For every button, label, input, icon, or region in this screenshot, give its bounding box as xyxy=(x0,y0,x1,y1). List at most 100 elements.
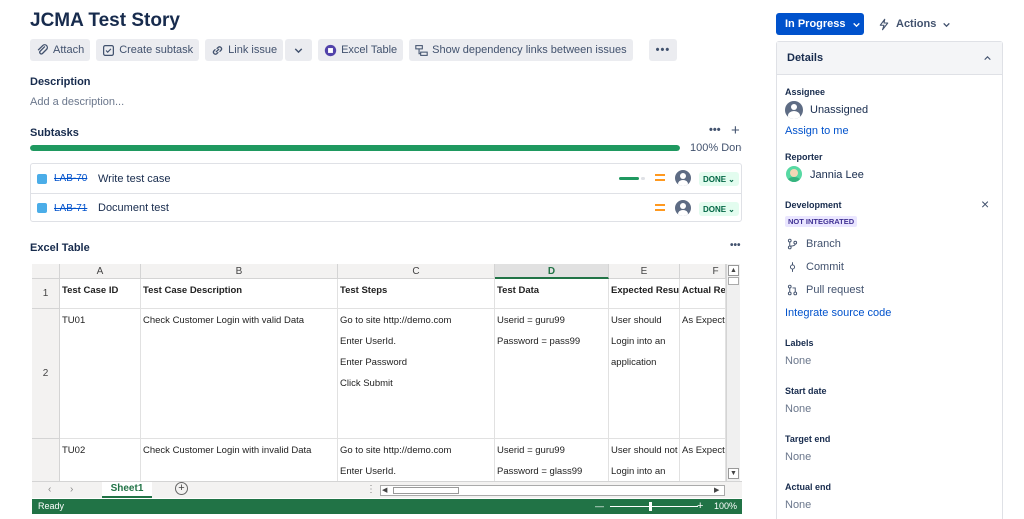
table-cell[interactable]: User should not Login into an xyxy=(609,439,680,481)
scroll-left-icon[interactable]: ◀ xyxy=(382,486,391,495)
table-cell[interactable]: Test Case Description xyxy=(141,279,338,309)
subtasks-heading: Subtasks xyxy=(30,127,79,139)
commit-item[interactable]: Commit xyxy=(787,261,844,273)
chevron-up-icon[interactable] xyxy=(983,54,992,63)
labels-value[interactable]: None xyxy=(785,355,811,367)
cell-line: Password = glass99 xyxy=(497,466,583,477)
scroll-down-icon[interactable]: ▼ xyxy=(728,468,739,479)
excel-table-button[interactable]: Excel Table xyxy=(318,39,404,61)
subtask-key[interactable]: LAB-70 xyxy=(54,173,90,184)
cell-line: Enter UserId. xyxy=(340,336,396,347)
table-cell[interactable]: TU02 xyxy=(60,439,141,481)
table-cell[interactable]: As Expecte xyxy=(680,439,726,481)
link-icon xyxy=(212,45,223,55)
table-cell[interactable]: Test Steps xyxy=(338,279,495,309)
cell-line: Login into an xyxy=(611,466,666,477)
start-date-label: Start date xyxy=(785,386,827,396)
excel-horizontal-scrollbar[interactable]: ◀ ▶ xyxy=(380,485,725,496)
attach-button[interactable]: Attach xyxy=(30,39,91,61)
sheet-tab-bar: ‹ › Sheet1 + ⋮ ◀ ▶ xyxy=(32,481,742,498)
scroll-thumb[interactable] xyxy=(393,487,459,494)
dependency-links-button[interactable]: Show dependency links between issues xyxy=(409,39,633,61)
zoom-out-icon[interactable]: — xyxy=(595,499,604,514)
assign-to-me-link[interactable]: Assign to me xyxy=(785,125,849,137)
select-all-corner[interactable] xyxy=(32,264,60,279)
actions-button[interactable]: Actions xyxy=(878,13,951,35)
description-input[interactable]: Add a description... xyxy=(30,96,124,108)
zoom-level[interactable]: 100% xyxy=(714,499,737,514)
assignee-value[interactable]: Unassigned xyxy=(810,104,868,116)
subtask-row[interactable]: LAB-71 Document test DONE ⌄ xyxy=(31,193,741,222)
actual-end-value[interactable]: None xyxy=(785,499,811,511)
table-cell[interactable]: User should Login into an application xyxy=(609,309,680,439)
assignee-avatar-icon[interactable] xyxy=(675,200,691,216)
status-dropdown[interactable]: DONE ⌄ xyxy=(699,202,739,216)
status-dropdown[interactable]: DONE ⌄ xyxy=(699,172,739,186)
column-header[interactable]: F xyxy=(680,264,726,279)
table-cell[interactable]: Check Customer Login with valid Data xyxy=(141,309,338,439)
table-cell[interactable]: Userid = guru99 Password = pass99 xyxy=(495,309,609,439)
table-cell[interactable]: Userid = guru99 Password = glass99 xyxy=(495,439,609,481)
close-icon[interactable]: × xyxy=(981,196,989,212)
integrate-source-code-link[interactable]: Integrate source code xyxy=(785,307,891,319)
commit-icon xyxy=(789,262,796,272)
table-cell[interactable]: Expected Resu xyxy=(609,279,680,309)
excel-more-icon[interactable]: ••• xyxy=(730,240,741,251)
excel-vertical-scrollbar[interactable]: ▲ ▼ xyxy=(726,264,740,481)
target-end-value[interactable]: None xyxy=(785,451,811,463)
zoom-slider[interactable] xyxy=(610,506,698,507)
reporter-value[interactable]: Jannia Lee xyxy=(810,169,864,181)
subtasks-more-icon[interactable]: ••• xyxy=(709,124,721,136)
subtask-row[interactable]: LAB-70 Write test case DONE ⌄ xyxy=(31,164,741,193)
column-header[interactable]: E xyxy=(609,264,680,279)
zoom-slider-thumb[interactable] xyxy=(649,502,652,511)
next-sheet-icon[interactable]: › xyxy=(70,484,73,495)
create-subtask-button[interactable]: Create subtask xyxy=(96,39,200,61)
column-header-selected[interactable]: D xyxy=(495,264,609,279)
table-cell[interactable]: Actual Re xyxy=(680,279,726,309)
pull-request-item[interactable]: Pull request xyxy=(787,284,864,296)
column-header[interactable]: B xyxy=(141,264,338,279)
column-header[interactable]: C xyxy=(338,264,495,279)
table-cell[interactable]: Check Customer Login with invalid Data xyxy=(141,439,338,481)
row-header[interactable] xyxy=(32,439,60,481)
add-subtask-icon[interactable]: + xyxy=(731,122,740,139)
more-actions-button[interactable]: ••• xyxy=(648,39,678,61)
not-integrated-badge: NOT INTEGRATED xyxy=(785,216,858,227)
subtask-key[interactable]: LAB-71 xyxy=(54,203,90,214)
link-issue-label: Link issue xyxy=(228,44,278,56)
subtask-summary[interactable]: Write test case xyxy=(98,173,171,185)
link-issue-dropdown[interactable] xyxy=(285,39,313,61)
scroll-up-icon[interactable]: ▲ xyxy=(728,265,739,276)
status-label: DONE xyxy=(703,204,727,214)
row-header[interactable]: 2 xyxy=(32,309,60,439)
table-cell[interactable]: Go to site http://demo.com Enter UserId. xyxy=(338,439,495,481)
sheet-tab[interactable]: Sheet1 xyxy=(102,482,152,498)
table-cell[interactable]: As Expecte xyxy=(680,309,726,439)
prev-sheet-icon[interactable]: ‹ xyxy=(48,484,51,495)
link-issue-button[interactable]: Link issue xyxy=(205,39,284,61)
cell-line: Enter Password xyxy=(340,357,408,368)
table-cell[interactable]: Test Case ID xyxy=(60,279,141,309)
subtask-summary[interactable]: Document test xyxy=(98,202,169,214)
table-cell[interactable]: TU01 xyxy=(60,309,141,439)
description-heading: Description xyxy=(30,76,91,88)
add-sheet-icon[interactable]: + xyxy=(175,482,188,495)
row-header[interactable]: 1 xyxy=(32,279,60,309)
details-header[interactable]: Details xyxy=(777,42,1002,75)
status-transition-button[interactable]: In Progress xyxy=(776,13,864,35)
table-cell[interactable]: Test Data xyxy=(495,279,609,309)
cell-line: application xyxy=(611,357,657,368)
column-header[interactable]: A xyxy=(60,264,141,279)
excel-grid[interactable]: A B C D E F 1 2 Test Case ID Test Case D… xyxy=(32,264,742,514)
assignee-avatar-icon[interactable] xyxy=(675,170,691,186)
start-date-value[interactable]: None xyxy=(785,403,811,415)
branch-item[interactable]: Branch xyxy=(787,238,841,250)
reporter-avatar-icon xyxy=(786,166,802,182)
zoom-in-icon[interactable]: + xyxy=(697,499,703,514)
issue-title[interactable]: JCMA Test Story xyxy=(30,10,180,32)
scroll-thumb[interactable] xyxy=(728,277,739,285)
scroll-right-icon[interactable]: ▶ xyxy=(714,486,723,495)
split-handle-icon[interactable]: ⋮ xyxy=(366,484,376,495)
table-cell[interactable]: Go to site http://demo.com Enter UserId.… xyxy=(338,309,495,439)
